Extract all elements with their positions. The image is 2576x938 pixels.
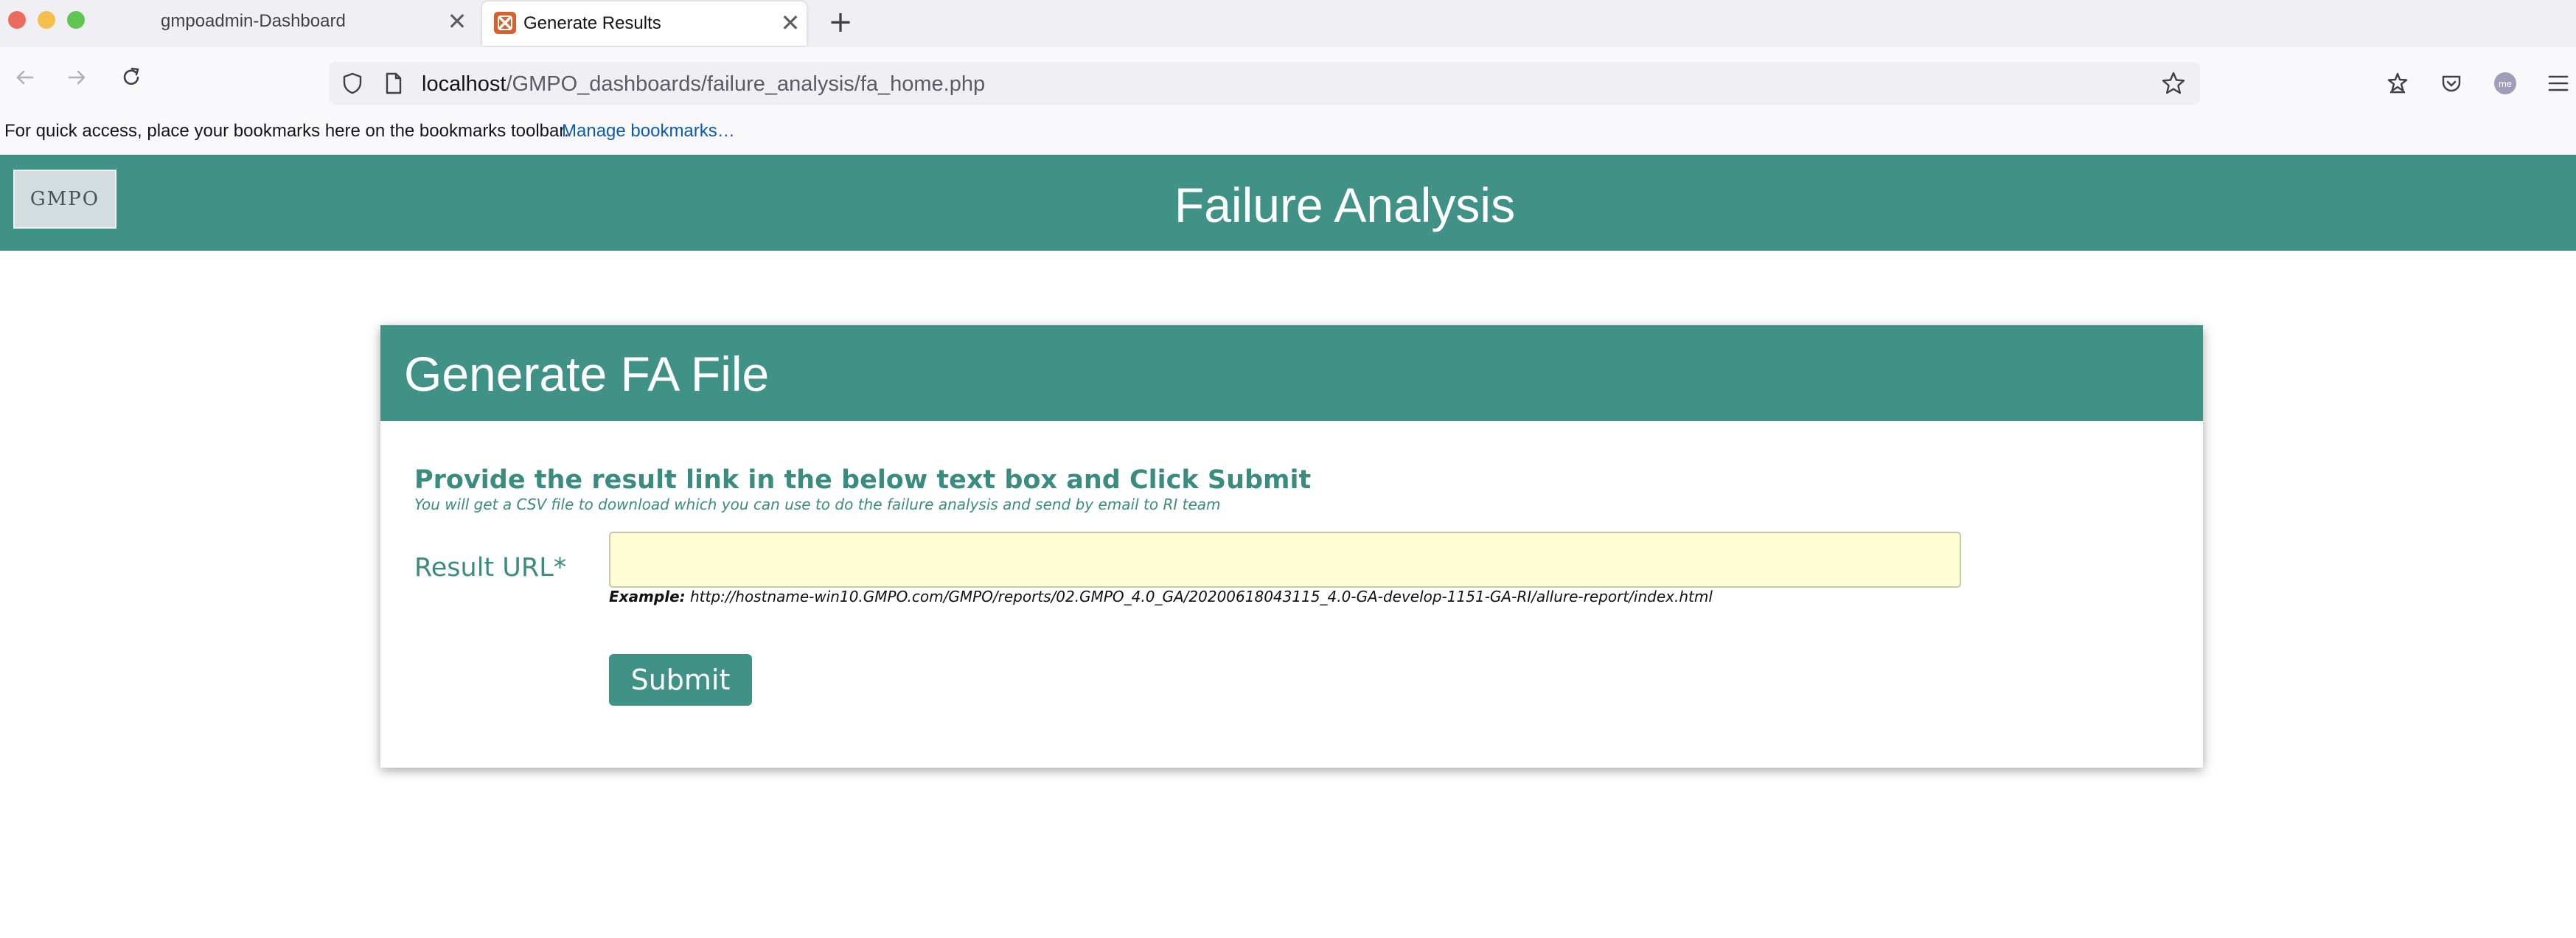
page-title: Failure Analysis [1174,178,1516,232]
xampp-favicon-icon [494,12,516,34]
submit-button[interactable]: Submit [609,654,752,706]
window-maximize-button[interactable] [67,11,85,29]
manage-bookmarks-link[interactable]: Manage bookmarks… [562,121,735,142]
bookmarks-hint: For quick access, place your bookmarks h… [4,121,569,141]
tab-generate-results[interactable]: Generate Results ✕ [482,1,807,46]
card-title: Generate FA File [404,347,770,401]
url-text: localhost/GMPO_dashboards/failure_analys… [422,72,985,97]
forward-arrow-icon[interactable] [59,60,94,95]
shield-icon[interactable] [338,69,367,98]
result-url-input[interactable] [609,532,1961,588]
instruction-title: Provide the result link in the below tex… [414,465,1312,495]
browser-tab-bar: gmpoadmin-Dashboard ✕ Generate Results ✕… [0,0,2576,47]
hamburger-menu-icon[interactable] [2542,67,2575,100]
window-close-button[interactable] [8,11,26,29]
page-icon[interactable] [379,69,408,98]
address-bar[interactable]: localhost/GMPO_dashboards/failure_analys… [329,62,2200,105]
tab-gmpoadmin-dashboard[interactable]: gmpoadmin-Dashboard ✕ [111,0,472,46]
app-header: GMPO Failure Analysis [0,155,2576,251]
bookmark-star-icon[interactable] [2159,69,2188,98]
card-header: Generate FA File [380,325,2203,421]
instruction-subtitle: You will get a CSV file to download whic… [414,496,1221,513]
example-text: http://hostname-win10.GMPO.com/GMPO/repo… [685,588,1713,605]
avatar: me [2494,72,2516,94]
pocket-save-icon[interactable] [2381,67,2414,100]
pocket-icon[interactable] [2435,67,2468,100]
window-minimize-button[interactable] [38,11,55,29]
new-tab-button[interactable]: + [824,5,857,39]
close-tab-icon[interactable]: ✕ [776,8,805,38]
account-avatar[interactable]: me [2489,67,2521,100]
tab-title: Generate Results [523,13,661,33]
example-url: Example: http://hostname-win10.GMPO.com/… [609,588,1713,605]
close-tab-icon[interactable]: ✕ [442,7,472,36]
example-label: Example: [609,588,686,605]
bookmarks-toolbar: For quick access, place your bookmarks h… [0,108,2576,155]
generate-fa-card: Generate FA File Provide the result link… [380,325,2203,768]
tab-title: gmpoadmin-Dashboard [161,11,346,31]
url-host: localhost [422,72,507,96]
result-url-label: Result URL* [414,553,567,583]
reload-icon[interactable] [114,60,149,95]
url-path: /GMPO_dashboards/failure_analysis/fa_hom… [506,72,986,96]
back-arrow-icon[interactable] [7,60,43,95]
